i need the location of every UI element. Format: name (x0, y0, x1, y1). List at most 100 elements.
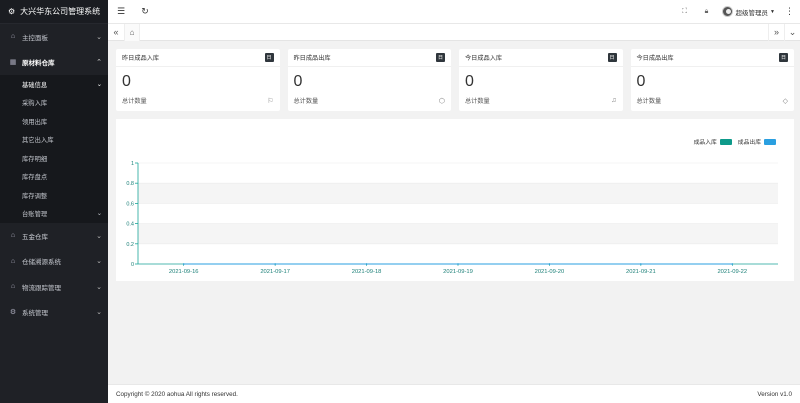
data-point (731, 263, 734, 265)
card-value: 0 (293, 73, 303, 90)
period-badge: 日 (607, 53, 617, 62)
sidebar-subitem-stock-adjust[interactable]: 库存调整 (0, 186, 108, 205)
logo-icon: ⚙ (8, 7, 16, 16)
user-name[interactable]: 超级管理员 (736, 7, 769, 17)
sidebar: ⚙ 大兴华东公司管理系统 ⌂ 主控面板 ⌄ ▦ 原材料仓库 ⌃ 基础信息 ⌄ 采… (0, 0, 108, 403)
y-tick-label: 0.2 (126, 242, 134, 248)
grid-band (138, 183, 778, 204)
diamond-icon: ◇ (782, 97, 788, 105)
app-title: 大兴华东公司管理系统 (20, 7, 101, 16)
refresh-icon[interactable]: ↻ (138, 5, 152, 19)
card-footer-label: 总计数量 (465, 98, 490, 105)
card-title: 今日成品入库 (465, 55, 503, 62)
more-icon[interactable]: ⋮ (785, 6, 794, 17)
sidebar-subitem-purchase-in[interactable]: 采购入库 (0, 94, 108, 113)
chevron-down-icon: ⌄ (96, 309, 102, 317)
tab-bar: « ⌂ » ⌄ (108, 23, 800, 41)
card-title: 今日成品出库 (636, 55, 674, 62)
stat-cards: 昨日成品入库 日 0 总计数量 ⚐ 昨日成品出库 日 0 总计数量 ⬡ 今日成品入库 日 … (116, 49, 794, 111)
period-badge: 日 (264, 53, 274, 62)
data-point (365, 263, 368, 265)
chart-panel: 成品入库 成品出库 0 0.2 0.4 0.6 0.8 1 2021-09-16 2021-0… (116, 119, 794, 281)
data-point (548, 263, 551, 265)
scroll-left-icon[interactable]: « (108, 24, 124, 41)
sidebar-subitem-basic-info[interactable]: 基础信息 ⌄ (0, 75, 108, 94)
sidebar-item-logistics[interactable]: ⌂ 物流跟踪管理 ⌄ (0, 274, 108, 300)
sidebar-item-raw-materials[interactable]: ▦ 原材料仓库 ⌃ (0, 50, 108, 76)
chevron-down-icon: ⌄ (96, 258, 102, 266)
grid-icon: ▦ (9, 59, 17, 67)
stat-card: 今日成品出库 日 0 总计数量 ◇ (630, 49, 794, 111)
y-tick-label: 0.4 (126, 222, 134, 228)
chevron-down-icon: ⌄ (96, 80, 102, 88)
stat-card: 今日成品入库 日 0 总计数量 ♫ (459, 49, 623, 111)
sidebar-subitem-other-io[interactable]: 其它出入库 (0, 131, 108, 150)
tag-icon: ⬡ (438, 97, 445, 105)
home-icon: ⌂ (10, 257, 16, 265)
card-footer-label: 总计数量 (293, 98, 319, 105)
period-badge: 日 (436, 53, 445, 62)
y-tick-label: 0 (131, 262, 134, 268)
x-tick-label: 2021-09-17 (260, 269, 290, 275)
tab-home[interactable]: ⌂ (124, 23, 140, 41)
sidebar-subitem-ledger[interactable]: 台账管理 ⌄ (0, 205, 108, 224)
home-icon: ⌂ (129, 27, 135, 37)
y-tick-label: 0.6 (126, 201, 134, 207)
fullscreen-icon[interactable]: ⛶ (674, 8, 696, 16)
card-footer-label: 总计数量 (636, 98, 662, 105)
line-chart: 0 0.2 0.4 0.6 0.8 1 2021-09-16 2021-09-17 2021-0… (126, 161, 778, 275)
app-logo[interactable]: ⚙ 大兴华东公司管理系统 (0, 0, 108, 24)
grid-band (138, 203, 778, 224)
tab-menu-chevron-icon[interactable]: ⌄ (784, 23, 800, 41)
card-value: 0 (465, 73, 474, 90)
home-icon: ⌂ (10, 232, 16, 240)
card-title: 昨日成品出库 (293, 55, 331, 62)
sidebar-item-hardware[interactable]: ⌂ 五金仓库 ⌄ (0, 223, 108, 249)
flag-icon: ⚐ (267, 97, 274, 105)
x-tick-label: 2021-09-21 (626, 269, 656, 275)
x-tick-label: 2021-09-19 (443, 269, 473, 275)
card-value: 0 (122, 73, 131, 90)
sidebar-subitem-stocktake[interactable]: 库存盘点 (0, 168, 108, 187)
y-tick-label: 0.8 (126, 181, 134, 187)
sidebar-item-system[interactable]: ⚙ 系统管理 ⌄ (0, 300, 108, 326)
version-text: Version v1.0 (757, 390, 792, 398)
x-tick-label: 2021-09-18 (352, 269, 382, 275)
home-icon: ⌂ (10, 33, 16, 41)
chevron-down-icon: ⌄ (96, 232, 102, 240)
submenu-raw-materials: 基础信息 ⌄ 采购入库 领用出库 其它出入库 库存明细 库存盘点 库存调整 台账… (0, 75, 108, 223)
page-footer: Copyright © 2020 aohua All rights reserv… (108, 384, 800, 403)
chevron-up-icon: ⌃ (96, 59, 102, 67)
caret-down-icon[interactable]: ▼ (770, 9, 775, 15)
card-title: 昨日成品入库 (122, 55, 160, 62)
home-icon: ⌂ (10, 283, 16, 291)
top-header: ☰ ↻ ⛶ 🔒︎ 超级管理员 ▼ ⋮ (108, 0, 800, 24)
sidebar-item-traceability[interactable]: ⌂ 仓储溯源系统 ⌄ (0, 249, 108, 275)
chevron-down-icon: ⌄ (96, 33, 102, 41)
y-tick-label: 1 (131, 161, 134, 167)
data-point (274, 263, 276, 265)
sidebar-subitem-stock-detail[interactable]: 库存明细 (0, 149, 108, 168)
card-value: 0 (636, 73, 646, 90)
copyright-text: Copyright © 2020 aohua All rights reserv… (116, 390, 238, 398)
chevron-down-icon: ⌄ (96, 283, 102, 291)
data-point (457, 263, 459, 265)
menu-toggle-icon[interactable]: ☰ (114, 5, 128, 19)
bell-icon: ♫ (611, 97, 617, 104)
scroll-right-icon[interactable]: » (768, 23, 784, 41)
avatar[interactable] (721, 6, 733, 17)
data-point (182, 263, 185, 265)
gear-icon: ⚙ (9, 309, 17, 317)
data-point (640, 263, 642, 265)
stat-card: 昨日成品出库 日 0 总计数量 ⬡ (287, 49, 451, 111)
stat-card: 昨日成品入库 日 0 总计数量 ⚐ (116, 49, 280, 111)
sidebar-item-dashboard[interactable]: ⌂ 主控面板 ⌄ (0, 24, 108, 50)
period-badge: 日 (779, 53, 788, 62)
sidebar-subitem-issue-out[interactable]: 领用出库 (0, 112, 108, 131)
x-tick-label: 2021-09-22 (717, 269, 747, 275)
x-tick-label: 2021-09-20 (535, 269, 565, 275)
x-tick-label: 2021-09-16 (169, 269, 199, 275)
lock-icon[interactable]: 🔒︎ (696, 8, 718, 16)
chevron-down-icon: ⌄ (96, 210, 102, 218)
grid-band (138, 243, 778, 264)
